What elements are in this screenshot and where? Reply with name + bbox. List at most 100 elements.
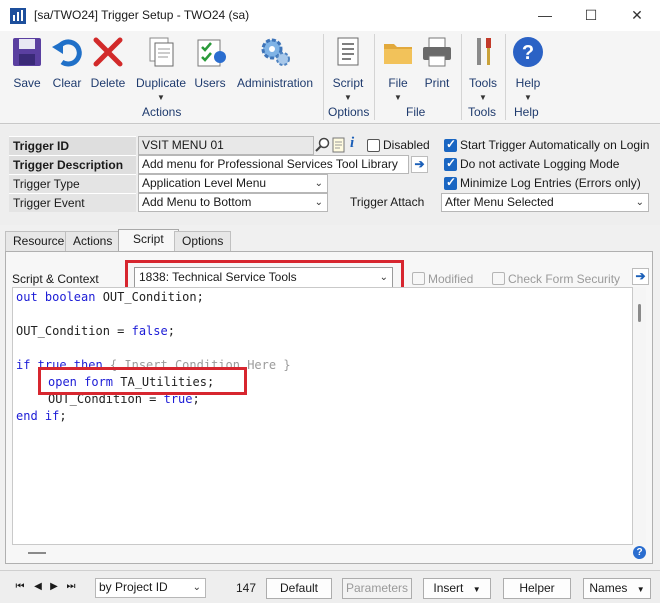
- group-separator: [505, 34, 506, 120]
- sort-select[interactable]: by Project ID ⌄: [95, 578, 206, 598]
- ribbon-toolbar: Save Clear Delete Duplicate ▼ Users Admi…: [0, 31, 660, 124]
- svg-text:?: ?: [522, 42, 534, 64]
- chevron-down-icon: ⌄: [314, 197, 323, 208]
- undo-icon: [52, 39, 82, 67]
- duplicate-label: Duplicate: [135, 76, 187, 90]
- script-label: Script: [332, 76, 364, 90]
- group-help: Help: [514, 105, 539, 119]
- start-auto-label: Start Trigger Automatically on Login: [460, 138, 650, 152]
- help-icon: ?: [513, 37, 543, 67]
- chevron-down-icon: ⌄: [192, 582, 201, 593]
- bottom-bar: ⏮ ◀ ▶ ⏭ by Project ID ⌄ 147 Default Para…: [0, 570, 660, 603]
- chevron-down-icon: ⌄: [635, 197, 644, 208]
- chevron-down-icon: ▼: [157, 93, 165, 102]
- first-record-icon[interactable]: ⏮: [13, 580, 27, 594]
- no-logging-checkbox[interactable]: [444, 156, 457, 171]
- tools-button[interactable]: Tools ▼: [467, 35, 499, 102]
- horizontal-scroll-thumb[interactable]: [28, 552, 46, 554]
- administration-button[interactable]: Administration: [234, 35, 316, 90]
- script-context-label: Script & Context: [12, 272, 99, 286]
- chevron-down-icon: ▼: [394, 93, 402, 102]
- trigger-event-label: Trigger Event: [9, 193, 136, 212]
- delete-label: Delete: [90, 76, 126, 90]
- scrollbar-thumb[interactable]: [638, 304, 641, 322]
- print-button[interactable]: Print: [419, 35, 455, 90]
- trigger-description-field[interactable]: Add menu for Professional Services Tool …: [138, 155, 409, 174]
- lookup-icon[interactable]: [315, 137, 331, 153]
- highlight-box-code: [38, 367, 247, 395]
- save-button[interactable]: Save: [10, 35, 44, 90]
- close-icon[interactable]: ✕: [614, 0, 660, 31]
- disabled-label: Disabled: [383, 138, 430, 152]
- tab-script[interactable]: Script: [118, 229, 179, 252]
- chevron-down-icon: ▼: [344, 93, 352, 102]
- prev-record-icon[interactable]: ◀: [31, 580, 45, 594]
- trigger-type-select[interactable]: Application Level Menu ⌄: [138, 174, 328, 193]
- disabled-checkbox[interactable]: [367, 139, 380, 152]
- next-record-icon[interactable]: ▶: [47, 580, 61, 594]
- trigger-id-field[interactable]: VSIT MENU 01: [138, 136, 314, 155]
- group-separator: [374, 34, 375, 120]
- maximize-icon[interactable]: ☐: [568, 0, 614, 31]
- parameters-button[interactable]: Parameters: [342, 578, 412, 599]
- clear-button[interactable]: Clear: [50, 35, 84, 90]
- tab-actions[interactable]: Actions: [65, 231, 121, 251]
- script-go-icon[interactable]: ➔: [632, 268, 649, 285]
- check-security-label: Check Form Security: [508, 272, 621, 286]
- helper-button[interactable]: Helper: [503, 578, 571, 599]
- print-label: Print: [424, 76, 450, 90]
- save-icon: [13, 38, 41, 66]
- duplicate-button[interactable]: Duplicate ▼: [134, 35, 188, 102]
- file-button[interactable]: File ▼: [381, 35, 415, 102]
- script-icon: [337, 37, 359, 66]
- script-editor[interactable]: out boolean OUT_Condition; OUT_Condition…: [12, 287, 633, 545]
- tools-icon: [477, 38, 491, 65]
- note-icon[interactable]: [332, 137, 346, 153]
- description-expand-icon[interactable]: ➔: [411, 156, 428, 173]
- check-security-checkbox[interactable]: [492, 272, 505, 285]
- editor-scrollbar[interactable]: [633, 287, 646, 545]
- help-button[interactable]: ? Help ▼: [511, 35, 545, 102]
- trigger-attach-select[interactable]: After Menu Selected ⌄: [441, 193, 649, 212]
- trigger-type-label: Trigger Type: [9, 174, 136, 193]
- minimize-log-checkbox[interactable]: [444, 175, 457, 190]
- last-record-icon[interactable]: ⏭: [64, 580, 78, 594]
- start-auto-checkbox[interactable]: [444, 137, 457, 152]
- trigger-id-label: Trigger ID: [9, 136, 136, 155]
- users-button[interactable]: Users: [194, 35, 226, 90]
- administration-label: Administration: [236, 76, 314, 90]
- names-button[interactable]: Names ▼: [583, 578, 651, 599]
- trigger-event-value: Add Menu to Bottom: [142, 195, 252, 209]
- group-file: File: [406, 105, 426, 119]
- folder-icon: [384, 44, 412, 64]
- default-button[interactable]: Default: [266, 578, 332, 599]
- names-label: Names: [589, 581, 628, 595]
- trigger-description-label: Trigger Description: [9, 155, 136, 174]
- trigger-event-select[interactable]: Add Menu to Bottom ⌄: [138, 193, 328, 212]
- tab-resource[interactable]: Resource: [5, 231, 73, 251]
- group-separator: [461, 34, 462, 120]
- help-icon[interactable]: ?: [633, 546, 646, 559]
- trigger-type-value: Application Level Menu: [142, 176, 267, 190]
- chevron-down-icon: ▼: [479, 93, 487, 102]
- script-button[interactable]: Script ▼: [330, 35, 366, 102]
- record-count: 147: [235, 581, 256, 595]
- file-label: File: [388, 76, 408, 90]
- users-icon: [197, 39, 226, 67]
- code-line-6: end if;: [16, 409, 67, 423]
- tab-options[interactable]: Options: [174, 231, 232, 251]
- sort-value: by Project ID: [99, 580, 168, 594]
- insert-label: Insert: [433, 581, 464, 595]
- minimize-icon[interactable]: —: [522, 0, 568, 31]
- clear-label: Clear: [52, 76, 82, 90]
- chevron-down-icon: ▼: [524, 93, 532, 102]
- title-bar: [sa/TWO24] Trigger Setup - TWO24 (sa) — …: [0, 0, 660, 31]
- tools-label: Tools: [468, 76, 497, 90]
- delete-button[interactable]: Delete: [90, 35, 126, 90]
- users-label: Users: [194, 76, 226, 90]
- no-logging-label: Do not activate Logging Mode: [460, 157, 620, 171]
- modified-checkbox[interactable]: [412, 272, 425, 285]
- info-icon[interactable]: i: [350, 135, 354, 152]
- insert-button[interactable]: Insert ▼: [423, 578, 491, 599]
- chevron-down-icon: ⌄: [314, 178, 323, 189]
